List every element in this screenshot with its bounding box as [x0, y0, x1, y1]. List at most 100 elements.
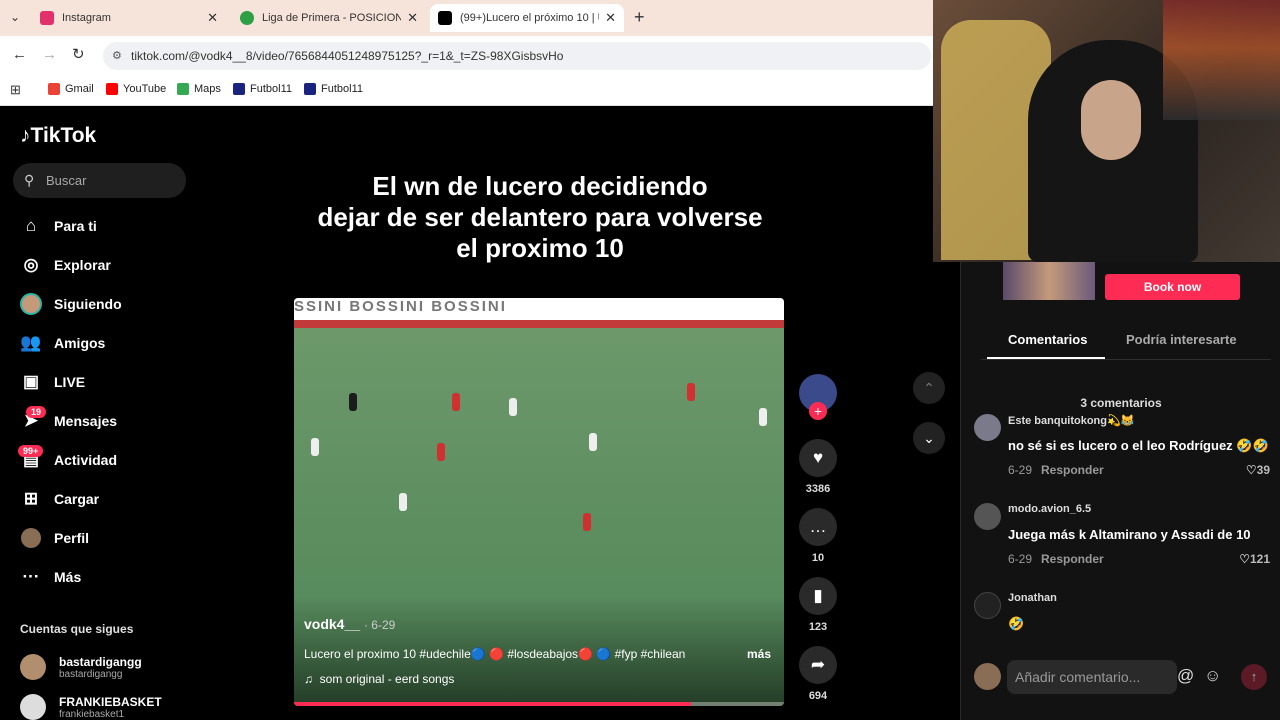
- player: [437, 443, 445, 461]
- tab-instagram[interactable]: Instagram ✕: [32, 4, 226, 32]
- back-icon[interactable]: ←: [12, 46, 27, 63]
- bookmark-futbol11-2[interactable]: Futbol11: [304, 83, 363, 95]
- avatar[interactable]: [974, 414, 1001, 441]
- progress-fill: [294, 702, 691, 706]
- tiktok-note-icon: ♪: [20, 124, 31, 147]
- home-icon: ⌂: [25, 216, 37, 235]
- video-author[interactable]: vodk4__ · 6-29: [304, 616, 395, 632]
- address-bar-row: ← → ↻ ⚙ tiktok.com/@vodk4__8/video/76568…: [0, 36, 933, 76]
- add-comment-input[interactable]: Añadir comentario...: [1007, 660, 1177, 694]
- reload-icon[interactable]: ↻: [72, 45, 85, 63]
- url-field[interactable]: ⚙ tiktok.com/@vodk4__8/video/76568440512…: [103, 42, 931, 70]
- avatar[interactable]: [974, 592, 1001, 619]
- futbol11-icon: [304, 83, 316, 95]
- video-player[interactable]: SSINI BOSSINI BOSSINI vodk4__ · 6-29 Luc…: [294, 298, 784, 706]
- ad-thumbnail[interactable]: [1003, 262, 1095, 300]
- bookmark-maps[interactable]: Maps: [177, 83, 221, 95]
- previous-video-icon[interactable]: ⌃: [913, 372, 945, 404]
- comment-button[interactable]: … 10: [798, 508, 838, 564]
- webcam-overlay: [933, 0, 1280, 262]
- live-icon: ▣: [22, 372, 40, 391]
- save-count: 123: [808, 621, 828, 633]
- compass-icon: ◎: [23, 255, 39, 274]
- book-now-button[interactable]: Book now: [1105, 274, 1240, 300]
- search-placeholder: Buscar: [46, 173, 87, 188]
- activity-badge: 99+: [18, 445, 44, 457]
- profile-icon: [20, 527, 42, 549]
- more-link[interactable]: más: [747, 647, 771, 661]
- nav-amigos[interactable]: 👥 Amigos: [20, 330, 105, 356]
- tab-title: (99+)Lucero el próximo 10 | U d: [460, 12, 599, 24]
- comment-date: 6-29: [1008, 552, 1033, 566]
- instagram-icon: [40, 11, 54, 25]
- like-button[interactable]: ♥ 3386: [798, 439, 838, 495]
- friends-icon: 👥: [20, 333, 42, 352]
- nav-perfil[interactable]: Perfil: [20, 525, 89, 551]
- comment-like-button[interactable]: ♡121: [1239, 552, 1270, 566]
- bookmark-gmail[interactable]: Gmail: [48, 83, 94, 95]
- following-title: Cuentas que sigues: [20, 622, 134, 636]
- tab-podria-interesarte[interactable]: Podría interesarte: [1126, 332, 1237, 347]
- mention-icon[interactable]: @: [1177, 666, 1194, 686]
- share-button[interactable]: ➦ 694: [798, 646, 838, 702]
- tab-tiktok[interactable]: (99+)Lucero el próximo 10 | U d ✕: [430, 4, 624, 32]
- comment-icon: …: [799, 508, 837, 546]
- comment-count: 10: [811, 552, 825, 564]
- comment-date: 6-29: [1008, 463, 1033, 477]
- player: [452, 393, 460, 411]
- apps-grid-icon[interactable]: ⊞: [10, 82, 21, 98]
- close-tab-icon[interactable]: ✕: [407, 10, 418, 26]
- close-tab-icon[interactable]: ✕: [207, 10, 218, 26]
- avatar[interactable]: [974, 503, 1001, 530]
- music-line[interactable]: ♫ som original - eerd songs: [304, 672, 454, 686]
- bookmark-icon: ▮: [799, 577, 837, 615]
- following-account[interactable]: bastardigangg bastardigangg: [20, 654, 142, 680]
- reply-button[interactable]: Responder: [1041, 552, 1104, 566]
- search-icon: ⚲: [24, 172, 35, 188]
- nav-live[interactable]: ▣ LIVE: [20, 369, 85, 395]
- reply-button[interactable]: Responder: [1041, 463, 1104, 477]
- author-avatar-button[interactable]: +: [798, 374, 838, 420]
- comment-user[interactable]: Este banquitokong💫😹: [1008, 414, 1134, 427]
- tab-comentarios[interactable]: Comentarios: [1008, 332, 1087, 347]
- comment-text: no sé si es lucero o el leo Rodríguez 🤣🤣: [1008, 438, 1269, 453]
- new-tab-icon[interactable]: +: [634, 7, 645, 28]
- nav-mas[interactable]: ··· Más: [20, 564, 82, 590]
- following-account[interactable]: FRANKIEBASKET frankiebasket1: [20, 694, 162, 720]
- my-avatar: [974, 663, 1001, 690]
- follow-plus-icon[interactable]: +: [809, 402, 827, 420]
- tab-liga-primera[interactable]: Liga de Primera - POSICIONES, ✕: [232, 4, 426, 32]
- upload-icon: ⊞: [23, 489, 39, 508]
- tiktok-logo[interactable]: ♪TikTok: [20, 124, 96, 148]
- football-icon: [240, 11, 254, 25]
- nav-cargar[interactable]: ⊞ Cargar: [20, 486, 99, 512]
- more-icon: ···: [22, 567, 40, 586]
- search-input[interactable]: ⚲ Buscar: [13, 163, 186, 198]
- player: [589, 433, 597, 451]
- next-video-icon[interactable]: ⌄: [913, 422, 945, 454]
- comment-user[interactable]: Jonathan: [1008, 592, 1057, 604]
- close-tab-icon[interactable]: ✕: [605, 10, 616, 26]
- tab-list-dropdown-icon[interactable]: ⌄: [10, 10, 20, 24]
- save-button[interactable]: ▮ 123: [798, 577, 838, 633]
- comment-item: Jonathan 🤣: [974, 592, 1274, 642]
- video-description: Lucero el proximo 10 #udechile🔵 🔴 #losde…: [304, 647, 686, 661]
- bookmark-youtube[interactable]: YouTube: [106, 83, 166, 95]
- banner-stripe: [294, 320, 784, 328]
- nav-para-ti[interactable]: ⌂ Para ti: [20, 213, 97, 239]
- site-settings-icon[interactable]: ⚙: [112, 42, 122, 70]
- browser-tab-bar: ⌄ Instagram ✕ Liga de Primera - POSICION…: [0, 0, 933, 36]
- nav-siguiendo[interactable]: Siguiendo: [20, 291, 122, 317]
- nav-explorar[interactable]: ◎ Explorar: [20, 252, 111, 278]
- send-comment-icon[interactable]: ↑: [1241, 664, 1267, 690]
- bookmark-futbol11[interactable]: Futbol11: [233, 83, 292, 95]
- avatar: [20, 654, 46, 680]
- video-progress-bar[interactable]: [294, 702, 784, 706]
- comment-user[interactable]: modo.avion_6.5: [1008, 503, 1091, 515]
- emoji-icon[interactable]: ☺: [1204, 666, 1221, 686]
- video-date: · 6-29: [363, 618, 396, 632]
- comment-like-button[interactable]: ♡39: [1246, 463, 1270, 477]
- forward-icon[interactable]: →: [42, 46, 57, 63]
- youtube-icon: [106, 83, 118, 95]
- video-meta: vodk4__ · 6-29 Lucero el proximo 10 #ude…: [294, 596, 784, 706]
